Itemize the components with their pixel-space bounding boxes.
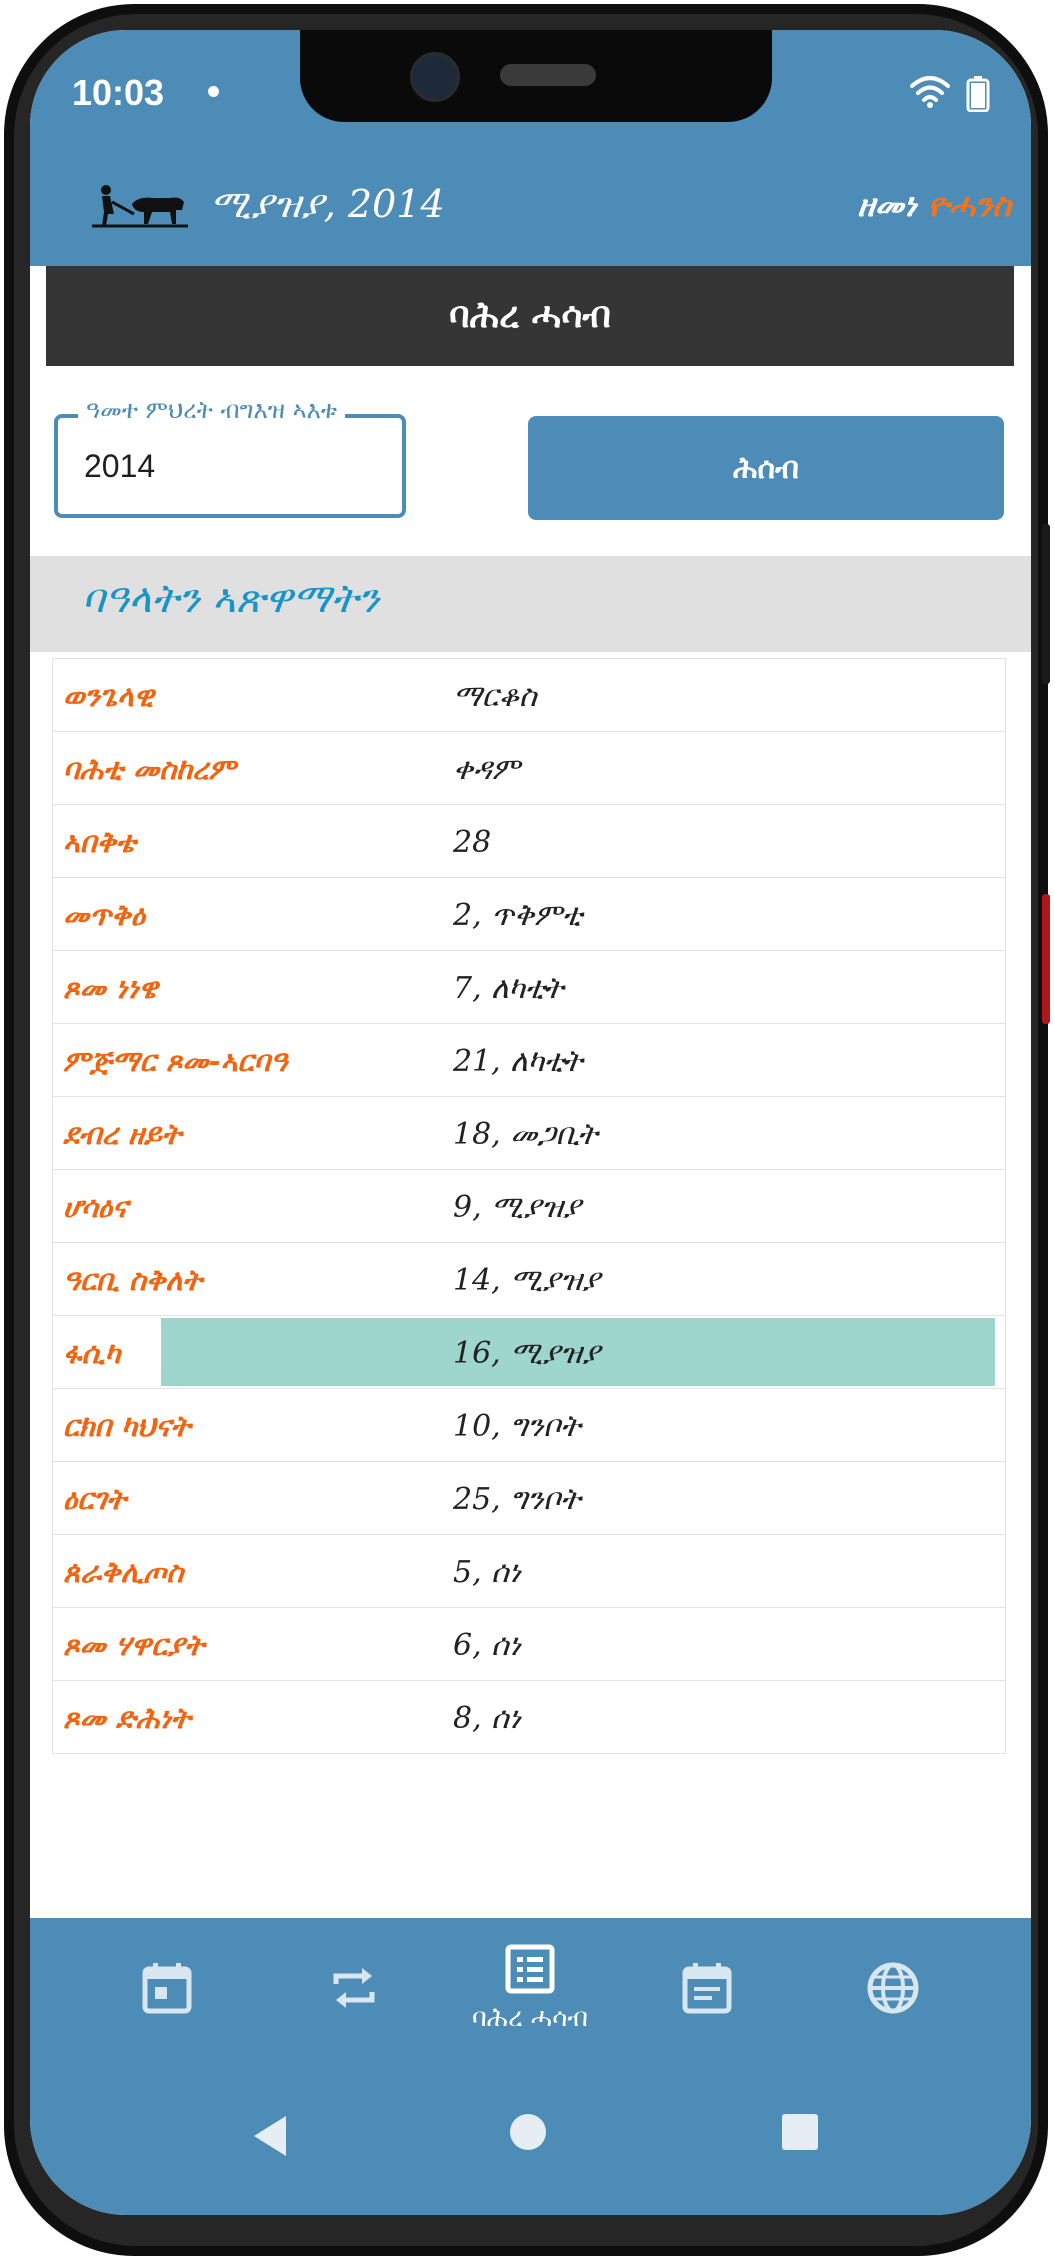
holiday-name: ጾመ ሃዋርያት bbox=[63, 1628, 205, 1662]
globe-icon bbox=[867, 1962, 919, 2014]
notification-dot bbox=[208, 86, 219, 97]
holiday-name: ጾመ ነነዌ bbox=[63, 971, 158, 1005]
list-table-icon bbox=[505, 1944, 555, 1993]
holiday-date: ማርቆስ bbox=[453, 679, 537, 714]
holiday-date: 18, መጋቢት bbox=[453, 1117, 598, 1152]
table-row: ዕርገት 25, ግንቦት bbox=[53, 1462, 1005, 1535]
table-row: ደብረ ዘይት 18, መጋቢት bbox=[53, 1097, 1005, 1170]
nav-calendar-today[interactable] bbox=[67, 1918, 267, 2058]
table-row: ጰራቅሊጦስ 5, ሰነ bbox=[53, 1535, 1005, 1608]
holiday-name: ፋሲካ bbox=[63, 1336, 121, 1370]
app-bar: ሚያዝያ, 2014 ዘመነ ዮሓንስ bbox=[30, 154, 1031, 266]
holiday-date: 7, ለካቲት bbox=[453, 971, 564, 1006]
holiday-name: ሆሳዕና bbox=[63, 1190, 128, 1224]
status-time: 10:03 bbox=[72, 72, 165, 113]
holiday-date: 16, ሚያዝያ bbox=[453, 1336, 601, 1371]
wifi-icon bbox=[910, 76, 950, 108]
holiday-name: ዕርገት bbox=[63, 1482, 127, 1516]
status-bar: 10:03 bbox=[30, 30, 1031, 154]
holiday-date: 25, ግንቦት bbox=[453, 1482, 581, 1517]
zemen-indicator: ዘመነ ዮሓንስ bbox=[857, 186, 1011, 225]
holiday-date: 2, ጥቅምቲ bbox=[453, 898, 583, 933]
section-title: ባዓላትን ኣጽዋማትን bbox=[82, 576, 380, 622]
earpiece-speaker bbox=[500, 64, 596, 86]
nav-bahire-hasab-label: ባሕረ ሓሳብ bbox=[471, 2002, 589, 2033]
screen: 10:03 ሚያዝያ, 2014 ዘመነ ዮሓንስ ባሕረ ሓሳብ ዓመተ ምህ… bbox=[30, 30, 1031, 2215]
table-row: ወንጌላዊ ማርቆስ bbox=[53, 659, 1005, 732]
power-button bbox=[1042, 894, 1050, 1024]
home-icon[interactable] bbox=[510, 2114, 546, 2150]
holiday-table: ወንጌላዊ ማርቆስ ባሕቲ መስከረም ቀዳም ኣበቅቴ 28 መጥቅዕ 2, ጥቅም… bbox=[52, 658, 1006, 1754]
nav-date-converter[interactable] bbox=[254, 1918, 454, 2058]
holiday-name: ርክበ ካህናት bbox=[63, 1409, 191, 1443]
holiday-name: ደብረ ዘይት bbox=[63, 1117, 182, 1151]
table-row: ሆሳዕና 9, ሚያዝያ bbox=[53, 1170, 1005, 1243]
nav-calendar-notes[interactable] bbox=[607, 1918, 807, 2058]
section-header: ባዓላትን ኣጽዋማትን bbox=[30, 556, 1031, 652]
table-row: መጥቅዕ 2, ጥቅምቲ bbox=[53, 878, 1005, 951]
holiday-name: ጰራቅሊጦስ bbox=[63, 1555, 184, 1589]
system-navigation-bar bbox=[30, 2058, 1031, 2215]
calculate-button[interactable]: ሕሰብ bbox=[528, 416, 1004, 520]
holiday-date: 6, ሰነ bbox=[453, 1628, 521, 1663]
nav-language[interactable] bbox=[793, 1918, 993, 2058]
holiday-date: 14, ሚያዝያ bbox=[453, 1263, 601, 1298]
current-month-year: ሚያዝያ, 2014 bbox=[210, 182, 445, 226]
table-row-highlighted: ፋሲካ 16, ሚያዝያ bbox=[53, 1316, 1005, 1389]
table-row: ጾመ ድሕነት 8, ሰነ bbox=[53, 1681, 1005, 1753]
plough-oxen-logo-icon bbox=[92, 185, 188, 228]
holiday-date: 8, ሰነ bbox=[453, 1701, 521, 1736]
holiday-name: ጾመ ድሕነት bbox=[63, 1701, 191, 1735]
phone-frame: 10:03 ሚያዝያ, 2014 ዘመነ ዮሓንስ ባሕረ ሓሳብ ዓመተ ምህ… bbox=[4, 4, 1050, 2256]
holiday-name: ዓርቢ ስቅለት bbox=[63, 1263, 203, 1297]
table-row: ዓርቢ ስቅለት 14, ሚያዝያ bbox=[53, 1243, 1005, 1316]
page-title: ባሕረ ሓሳብ bbox=[46, 266, 1014, 366]
holiday-date: ቀዳም bbox=[453, 752, 520, 787]
year-input[interactable] bbox=[84, 448, 384, 485]
table-row: ምጅማር ጾመ-ኣርባዓ 21, ለካቲት bbox=[53, 1024, 1005, 1097]
holiday-name: ወንጌላዊ bbox=[63, 679, 154, 713]
year-input-label: ዓመተ ምህረት ብግእዝ ኣእቱ bbox=[78, 396, 346, 424]
repeat-convert-icon bbox=[333, 1968, 375, 2008]
nav-bahire-hasab[interactable]: ባሕረ ሓሳብ bbox=[430, 1918, 630, 2058]
table-row: ጾመ ሃዋርያት 6, ሰነ bbox=[53, 1608, 1005, 1681]
holiday-date: 21, ለካቲት bbox=[453, 1044, 583, 1079]
zemen-label: ዘመነ bbox=[857, 186, 917, 224]
back-icon[interactable] bbox=[250, 2114, 290, 2158]
holiday-name: መጥቅዕ bbox=[63, 898, 146, 932]
holiday-date: 5, ሰነ bbox=[453, 1555, 521, 1590]
table-row: ባሕቲ መስከረም ቀዳም bbox=[53, 732, 1005, 805]
holiday-date: 9, ሚያዝያ bbox=[453, 1190, 581, 1225]
table-row: ኣበቅቴ 28 bbox=[53, 805, 1005, 878]
camera-notch bbox=[300, 30, 772, 122]
battery-icon bbox=[966, 76, 990, 112]
recents-icon[interactable] bbox=[782, 2114, 818, 2150]
holiday-name: ባሕቲ መስከረም bbox=[63, 752, 236, 786]
table-row: ርክበ ካህናት 10, ግንቦት bbox=[53, 1389, 1005, 1462]
zemen-evangelist-name: ዮሓንስ bbox=[927, 186, 1011, 224]
table-row: ጾመ ነነዌ 7, ለካቲት bbox=[53, 951, 1005, 1024]
calendar-notes-icon bbox=[682, 1963, 732, 2014]
calendar-today-icon bbox=[142, 1963, 192, 2014]
front-camera bbox=[410, 52, 460, 102]
year-input-field[interactable]: ዓመተ ምህረት ብግእዝ ኣእቱ bbox=[54, 396, 406, 518]
volume-button bbox=[1042, 524, 1050, 684]
holiday-date: 10, ግንቦት bbox=[453, 1409, 581, 1444]
holiday-date: 28 bbox=[453, 825, 492, 860]
holiday-name: ኣበቅቴ bbox=[63, 825, 136, 859]
holiday-name: ምጅማር ጾመ-ኣርባዓ bbox=[63, 1044, 288, 1078]
bottom-navigation: ባሕረ ሓሳብ bbox=[30, 1918, 1031, 2058]
